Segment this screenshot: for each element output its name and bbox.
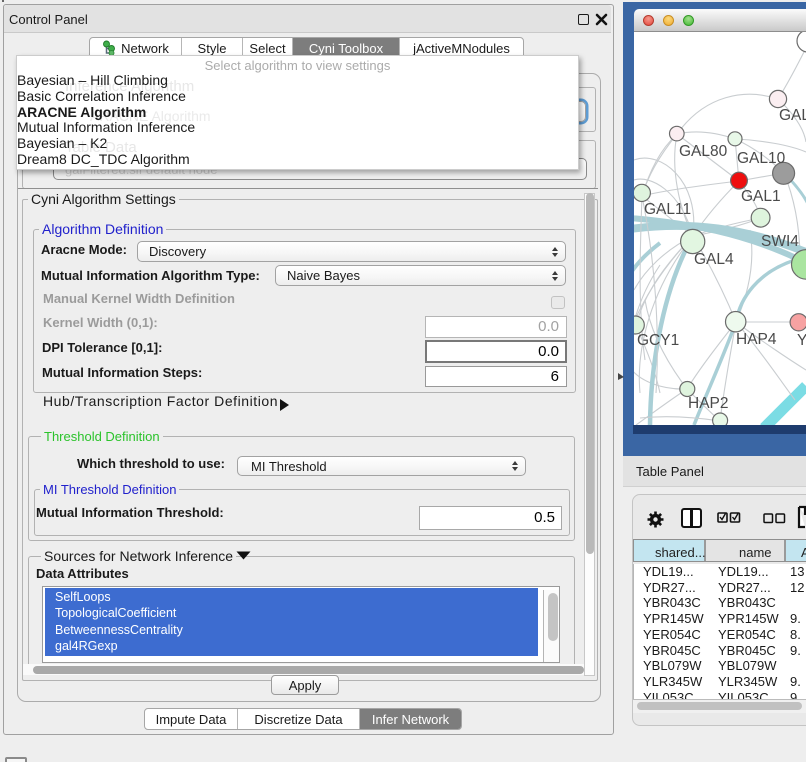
svg-text:HAP4: HAP4 [736, 331, 777, 348]
svg-text:YD: YD [797, 332, 806, 349]
svg-text:HAP2: HAP2 [688, 395, 729, 412]
svg-text:SWI4: SWI4 [761, 233, 799, 250]
svg-text:GAL80: GAL80 [679, 143, 728, 160]
svg-text:GAL4: GAL4 [694, 251, 734, 268]
svg-text:GAL1: GAL1 [741, 188, 781, 205]
svg-text:GCY1: GCY1 [637, 332, 679, 349]
svg-text:GAL11: GAL11 [644, 201, 691, 218]
svg-text:GAL10: GAL10 [737, 150, 786, 167]
svg-text:GAL2: GAL2 [779, 107, 806, 124]
